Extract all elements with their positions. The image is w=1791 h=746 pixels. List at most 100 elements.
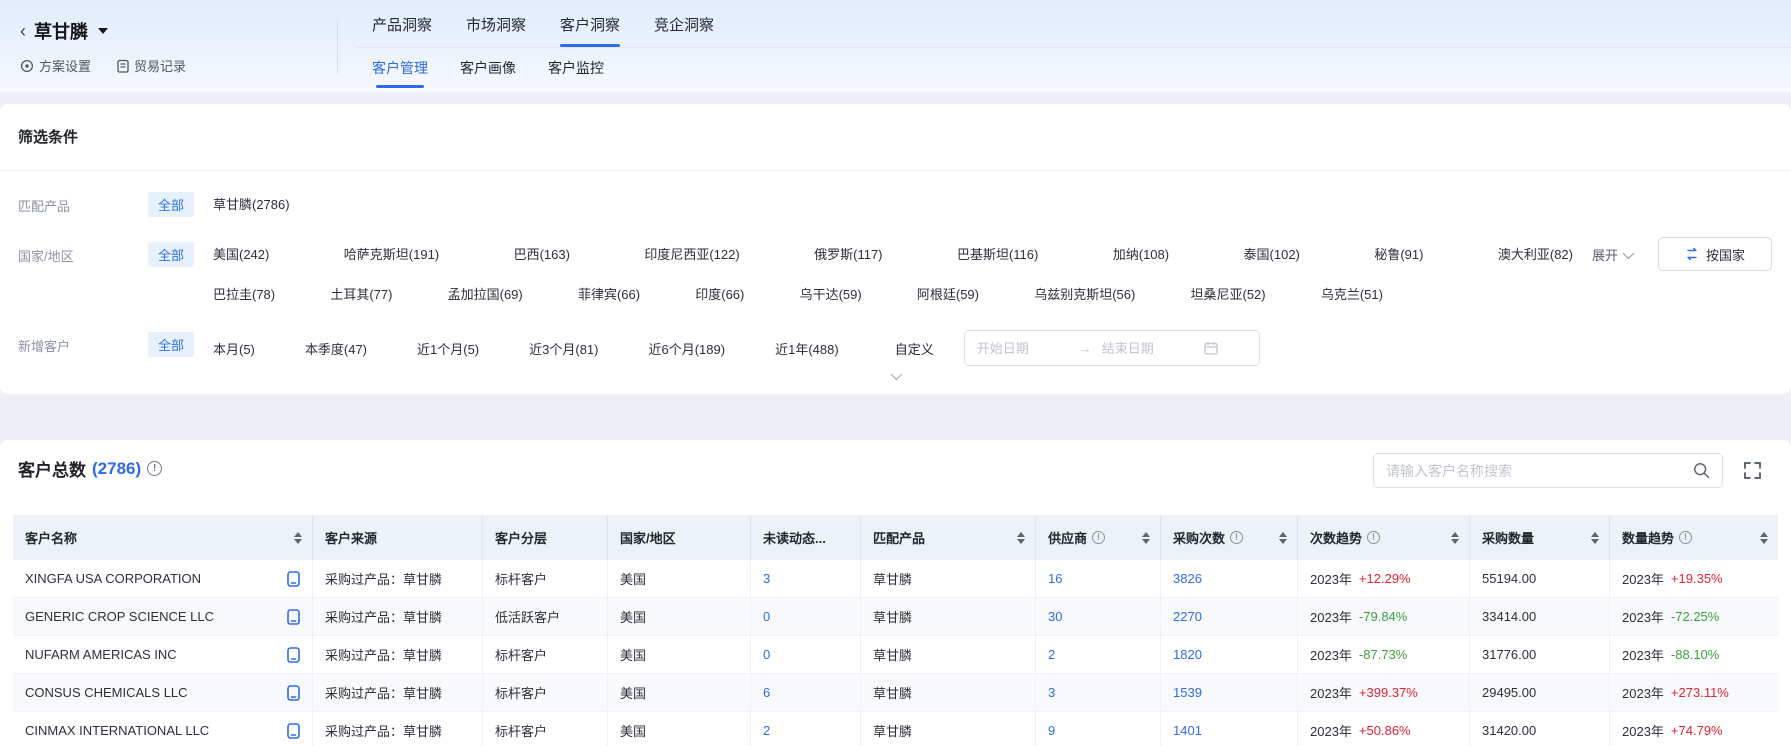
collapse-filter-button[interactable] [870,366,920,386]
country-option[interactable]: 孟加拉国(69) [448,284,523,303]
purchase-count-link[interactable]: 1401 [1173,723,1202,738]
column-header-quantity-trend[interactable]: 数量趋势! [1610,515,1778,560]
country-option[interactable]: 菲律宾(66) [578,284,640,303]
title-dropdown-icon[interactable] [98,28,108,34]
fullscreen-icon[interactable] [1743,461,1762,480]
period-option[interactable]: 近1个月(5) [417,339,479,358]
country-option[interactable]: 加纳(108) [1113,244,1169,263]
period-option[interactable]: 本月(5) [213,339,255,358]
sort-icon[interactable] [1760,532,1768,544]
unread-updates-link[interactable]: 2 [763,723,770,738]
country-option[interactable]: 哈萨克斯坦(191) [344,244,439,263]
unread-updates-link[interactable]: 3 [763,571,770,586]
customer-search-input[interactable] [1386,463,1685,479]
country-option[interactable]: 巴拉圭(78) [213,284,275,303]
customer-name[interactable]: NUFARM AMERICAS INC [25,647,177,662]
purchase-count-link[interactable]: 2270 [1173,609,1202,624]
info-icon[interactable]: ! [1367,531,1380,544]
country-option[interactable]: 秘鲁(91) [1374,244,1423,263]
scheme-settings-button[interactable]: 方案设置 [20,56,91,75]
suppliers-link[interactable]: 2 [1048,647,1055,662]
contact-card-icon[interactable] [287,609,300,625]
table-row[interactable]: GENERIC CROP SCIENCE LLC 采购过产品：草甘膦 低活跃客户… [13,598,1778,636]
custom-period-option[interactable]: 自定义 [895,339,934,358]
info-icon[interactable]: ! [147,461,162,476]
purchase-count-link[interactable]: 1820 [1173,647,1202,662]
country-option[interactable]: 巴西(163) [514,244,570,263]
country-option[interactable]: 泰国(102) [1244,244,1300,263]
subtab-customer-management[interactable]: 客户管理 [372,58,428,88]
unread-updates-link[interactable]: 0 [763,609,770,624]
customer-name[interactable]: GENERIC CROP SCIENCE LLC [25,609,214,624]
new-customer-filter-all[interactable]: 全部 [148,332,194,357]
period-option[interactable]: 近6个月(189) [649,339,726,358]
subtab-customer-monitor[interactable]: 客户监控 [548,58,604,88]
unread-updates-link[interactable]: 6 [763,685,770,700]
info-icon[interactable]: ! [1679,531,1692,544]
by-country-button[interactable]: 按国家 [1658,237,1772,271]
sort-icon[interactable] [1451,532,1459,544]
suppliers-link[interactable]: 3 [1048,685,1055,700]
tab-product-insight[interactable]: 产品洞察 [372,14,432,47]
tab-competitor-insight[interactable]: 竞企洞察 [654,14,714,47]
country-option[interactable]: 俄罗斯(117) [814,244,882,263]
country-option[interactable]: 阿根廷(59) [917,284,979,303]
contact-card-icon[interactable] [287,647,300,663]
product-option[interactable]: 草甘膦(2786) [213,194,290,213]
period-option[interactable]: 近3个月(81) [529,339,598,358]
sort-icon[interactable] [1017,532,1025,544]
info-icon[interactable]: ! [1230,531,1243,544]
trade-records-button[interactable]: 贸易记录 [117,56,186,75]
country-option[interactable]: 澳大利亚(82) [1498,244,1573,263]
count-trend: 2023年+50.86% [1298,712,1470,746]
suppliers-link[interactable]: 16 [1048,571,1062,586]
table-row[interactable]: NUFARM AMERICAS INC 采购过产品：草甘膦 标杆客户 美国 0 … [13,636,1778,674]
country-option[interactable]: 印度尼西亚(122) [644,244,739,263]
customer-name[interactable]: CONSUS CHEMICALS LLC [25,685,188,700]
period-option[interactable]: 近1年(488) [775,339,839,358]
country-option[interactable]: 乌克兰(51) [1321,284,1383,303]
country-option[interactable]: 巴基斯坦(116) [957,244,1038,263]
country-option[interactable]: 坦桑尼亚(52) [1191,284,1266,303]
purchase-count-link[interactable]: 3826 [1173,571,1202,586]
column-header-quantity[interactable]: 采购数量 [1470,515,1610,560]
subtab-customer-profile[interactable]: 客户画像 [460,58,516,88]
country-expand-toggle[interactable]: 展开 [1592,245,1631,264]
customer-name[interactable]: XINGFA USA CORPORATION [25,571,201,586]
contact-card-icon[interactable] [287,685,300,701]
period-option[interactable]: 本季度(47) [305,339,367,358]
back-icon[interactable]: ‹ [20,22,26,40]
suppliers-link[interactable]: 9 [1048,723,1055,738]
table-row[interactable]: CINMAX INTERNATIONAL LLC 采购过产品：草甘膦 标杆客户 … [13,712,1778,746]
column-header-name[interactable]: 客户名称 [13,515,313,560]
info-icon[interactable]: ! [1092,531,1105,544]
table-row[interactable]: XINGFA USA CORPORATION 采购过产品：草甘膦 标杆客户 美国… [13,560,1778,598]
country-option[interactable]: 土耳其(77) [330,284,392,303]
country-option[interactable]: 印度(66) [695,284,744,303]
unread-updates-link[interactable]: 0 [763,647,770,662]
country-filter-all[interactable]: 全部 [148,242,194,267]
tab-customer-insight[interactable]: 客户洞察 [560,14,620,47]
purchase-count-link[interactable]: 1539 [1173,685,1202,700]
product-filter-all[interactable]: 全部 [148,192,194,217]
column-header-count-trend[interactable]: 次数趋势! [1298,515,1470,560]
column-header-purchases[interactable]: 采购次数! [1161,515,1298,560]
contact-card-icon[interactable] [287,571,300,587]
contact-card-icon[interactable] [287,723,300,739]
table-row[interactable]: CONSUS CHEMICALS LLC 采购过产品：草甘膦 标杆客户 美国 6… [13,674,1778,712]
end-date-input[interactable] [1102,341,1194,356]
sort-icon[interactable] [1279,532,1287,544]
column-header-suppliers[interactable]: 供应商! [1036,515,1161,560]
country-option[interactable]: 乌兹别克斯坦(56) [1034,284,1135,303]
start-date-input[interactable] [977,341,1069,356]
country-option[interactable]: 美国(242) [213,244,269,263]
sort-icon[interactable] [1142,532,1150,544]
country-option[interactable]: 乌干达(59) [800,284,862,303]
suppliers-link[interactable]: 30 [1048,609,1062,624]
column-header-product[interactable]: 匹配产品 [861,515,1036,560]
sort-icon[interactable] [294,532,302,544]
customer-name[interactable]: CINMAX INTERNATIONAL LLC [25,723,209,738]
search-icon[interactable] [1693,462,1710,479]
tab-market-insight[interactable]: 市场洞察 [466,14,526,47]
sort-icon[interactable] [1591,532,1599,544]
